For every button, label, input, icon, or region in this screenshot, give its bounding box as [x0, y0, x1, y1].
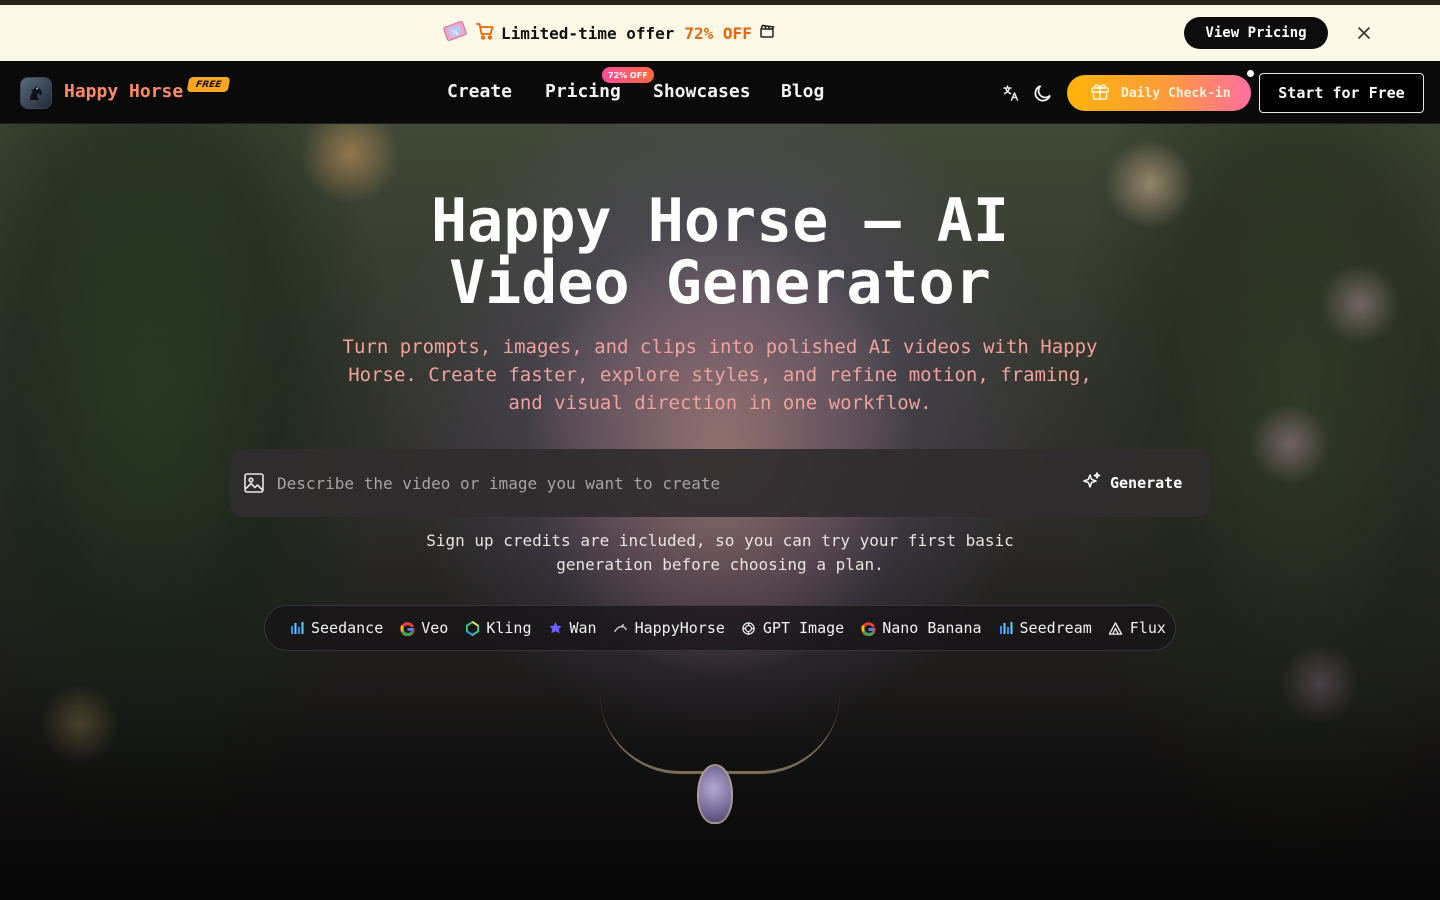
prompt-input[interactable] — [277, 470, 1037, 496]
nav-pricing[interactable]: Pricing — [545, 81, 621, 102]
gift-icon — [1089, 80, 1111, 106]
start-for-free-button[interactable]: Start for Free — [1259, 73, 1424, 113]
horse-logo-icon[interactable] — [20, 77, 52, 109]
model-list: Seedance Veo Kling Wan HappyHorse GPT Im… — [264, 605, 1176, 651]
generate-label: Generate — [1110, 474, 1183, 492]
model-label: Wan — [569, 619, 597, 637]
clapperboard-icon — [758, 22, 776, 44]
svg-text:%: % — [452, 29, 459, 37]
model-label: GPT Image — [762, 619, 845, 637]
free-badge: FREE — [186, 77, 231, 92]
pricing-discount-badge: 72% OFF — [602, 67, 654, 83]
openai-icon — [741, 620, 757, 636]
promo-banner: % Limited-time offer 72% OFF View Pricin… — [0, 5, 1440, 61]
cart-icon — [475, 21, 495, 45]
bar-chart-icon — [998, 620, 1014, 636]
promo-discount: 72% OFF — [684, 23, 752, 43]
model-happyhorse[interactable]: HappyHorse — [613, 619, 725, 637]
translate-icon[interactable] — [999, 81, 1023, 105]
promo-content: % Limited-time offer 72% OFF — [441, 5, 776, 61]
model-label: HappyHorse — [634, 619, 725, 637]
model-label: Seedance — [311, 619, 384, 637]
model-seedance[interactable]: Seedance — [289, 619, 383, 637]
model-flux[interactable]: Flux — [1108, 619, 1166, 637]
daily-check-in-button[interactable]: Daily Check-in — [1067, 75, 1251, 111]
pendant-decor — [697, 764, 733, 824]
model-wan[interactable]: Wan — [548, 619, 597, 637]
notification-dot — [1247, 70, 1254, 77]
model-gpt-image[interactable]: GPT Image — [741, 619, 844, 637]
model-label: Seedream — [1019, 619, 1092, 637]
flux-icon — [1108, 620, 1124, 636]
model-seedream[interactable]: Seedream — [998, 619, 1092, 637]
model-label: Kling — [486, 619, 532, 637]
bar-chart-icon — [289, 620, 305, 636]
hero-title-line-1: Happy Horse — AI — [431, 186, 1009, 256]
close-icon[interactable] — [1353, 22, 1375, 44]
view-pricing-button[interactable]: View Pricing — [1184, 17, 1328, 49]
image-upload-icon[interactable] — [243, 472, 265, 494]
horse-icon — [613, 620, 629, 636]
nav-showcases[interactable]: Showcases — [653, 81, 751, 102]
google-icon — [399, 620, 415, 636]
model-label: Veo — [421, 619, 449, 637]
sparkles-icon — [1082, 471, 1102, 495]
kling-icon — [464, 620, 480, 636]
hero-title: Happy Horse — AI Video Generator — [320, 190, 1120, 314]
dark-mode-moon-icon[interactable] — [1031, 81, 1055, 105]
generate-button[interactable]: Generate — [1076, 466, 1192, 500]
model-veo[interactable]: Veo — [399, 619, 448, 637]
brand-name[interactable]: Happy Horse — [64, 81, 183, 102]
signup-credits-note: Sign up credits are included, so you can… — [426, 531, 1014, 574]
model-label: Nano Banana — [882, 619, 982, 637]
site-header: Happy Horse FREE Create Pricing 72% OFF … — [0, 61, 1440, 124]
model-nano-banana[interactable]: Nano Banana — [860, 619, 982, 637]
daily-check-in-label: Daily Check-in — [1121, 85, 1231, 101]
google-icon — [860, 620, 876, 636]
wan-icon — [548, 620, 564, 636]
model-kling[interactable]: Kling — [464, 619, 532, 637]
nav-blog[interactable]: Blog — [781, 81, 824, 102]
hero-subtitle: Turn prompts, images, and clips into pol… — [342, 336, 1098, 414]
ticket-icon: % — [441, 17, 469, 49]
nav-create[interactable]: Create — [447, 81, 512, 102]
promo-text: Limited-time offer — [501, 23, 675, 43]
model-label: Flux — [1129, 619, 1166, 637]
hero-title-line-2: Video Generator — [449, 248, 991, 318]
